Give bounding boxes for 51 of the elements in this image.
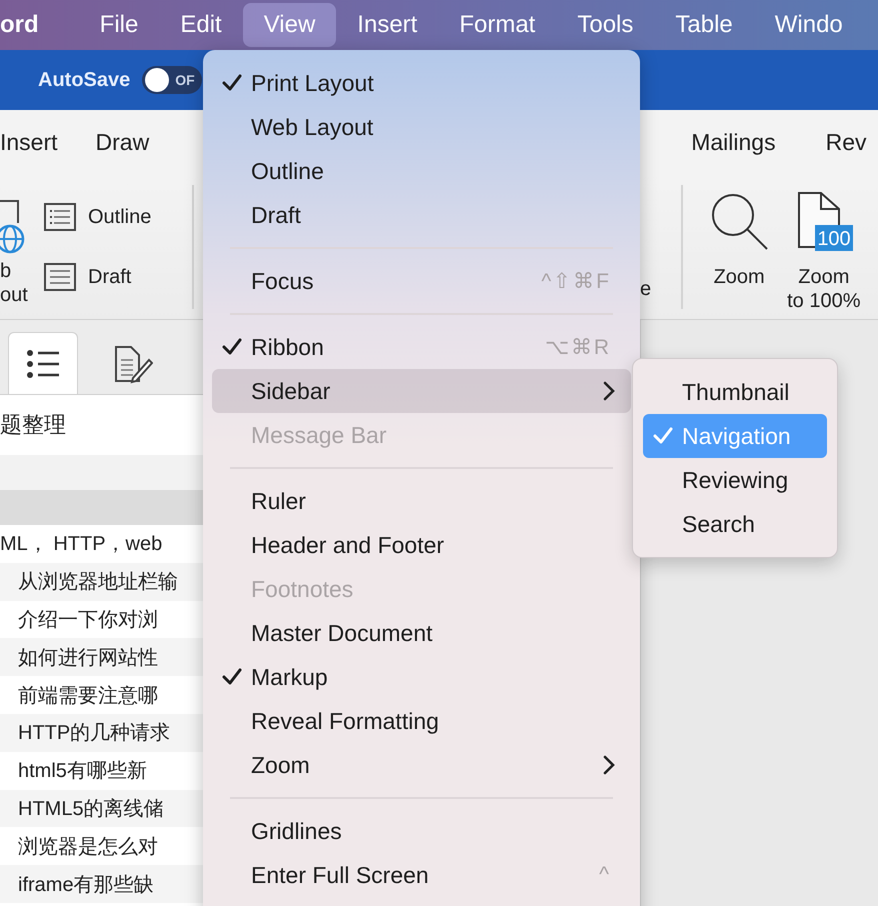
menu-item[interactable]: Sidebar (212, 369, 631, 413)
menu-item[interactable]: Gridlines (212, 809, 631, 853)
list-icon (26, 348, 60, 378)
ribbon-tab[interactable]: Insert (0, 129, 58, 156)
menu-item[interactable]: Draft (212, 193, 631, 237)
autosave-toggle[interactable]: OF (142, 66, 202, 94)
menu-item[interactable]: Ribbon ⌥⌘R (212, 325, 631, 369)
ribbon-tab[interactable]: Mailings (691, 129, 776, 156)
menu-bar-item[interactable]: File (78, 3, 160, 47)
draft-view-button[interactable]: Draft (42, 261, 192, 293)
submenu-item[interactable]: Search (643, 502, 827, 546)
sidebar-tab[interactable] (8, 332, 78, 394)
document-title: 题整理 (0, 411, 67, 439)
menu-bar-item[interactable]: Windo (754, 3, 864, 47)
ribbon-tab[interactable]: Draw (96, 129, 150, 156)
menu-bar-item[interactable]: Table (654, 3, 754, 47)
menu-item[interactable]: Header and Footer (212, 523, 631, 567)
navigation-entry[interactable]: HTTP的几种请求 (0, 714, 203, 752)
menu-item[interactable]: Reveal Formatting (212, 699, 631, 743)
menu-bar-item[interactable]: Edit (159, 3, 243, 47)
draft-icon (44, 263, 76, 291)
menu-item[interactable]: Web Layout (212, 105, 631, 149)
menu-bar-item[interactable]: Insert (336, 3, 438, 47)
menu-bar-item[interactable]: Tools (556, 3, 654, 47)
document-pen-icon (113, 344, 153, 384)
app-menu[interactable]: ord (0, 3, 59, 47)
outline-icon (44, 203, 76, 231)
ribbon-label: e (640, 278, 652, 301)
menu-item[interactable]: Master Document (212, 611, 631, 655)
submenu-item[interactable]: Thumbnail (643, 370, 827, 414)
navigation-entry[interactable]: 从浏览器地址栏输 (0, 562, 203, 601)
menu-item[interactable]: Ruler (212, 479, 631, 523)
navigation-entry[interactable]: 如何进行网站性 (0, 638, 203, 676)
ribbon-tab[interactable]: Rev (826, 129, 866, 156)
submenu-item[interactable]: Reviewing (643, 458, 827, 502)
menu-bar-item[interactable]: Format (438, 3, 556, 47)
zoom-100-button[interactable]: 100 Zoom to 100% (783, 187, 865, 317)
menu-item[interactable]: Focus ^⇧⌘F (212, 259, 631, 303)
menu-item[interactable]: Zoom (212, 743, 631, 787)
navigation-entry[interactable]: 介绍一下你对浏 (0, 600, 203, 638)
menu-item[interactable]: Markup (212, 655, 631, 699)
menu-item[interactable]: Enter Full Screen ^ (212, 853, 631, 897)
autosave-label: AutoSave (38, 68, 130, 92)
zoom-button[interactable]: Zoom (705, 187, 774, 293)
magnifier-icon (709, 191, 770, 251)
outline-view-button[interactable]: Outline (42, 201, 192, 233)
web-layout-button[interactable]: b out (0, 187, 28, 307)
menu-item[interactable]: Print Layout (212, 61, 631, 105)
navigation-entry[interactable]: iframe有那些缺 (0, 865, 203, 903)
menu-item[interactable]: Outline (212, 149, 631, 193)
navigation-entry[interactable]: HTML5的离线储 (0, 790, 203, 828)
